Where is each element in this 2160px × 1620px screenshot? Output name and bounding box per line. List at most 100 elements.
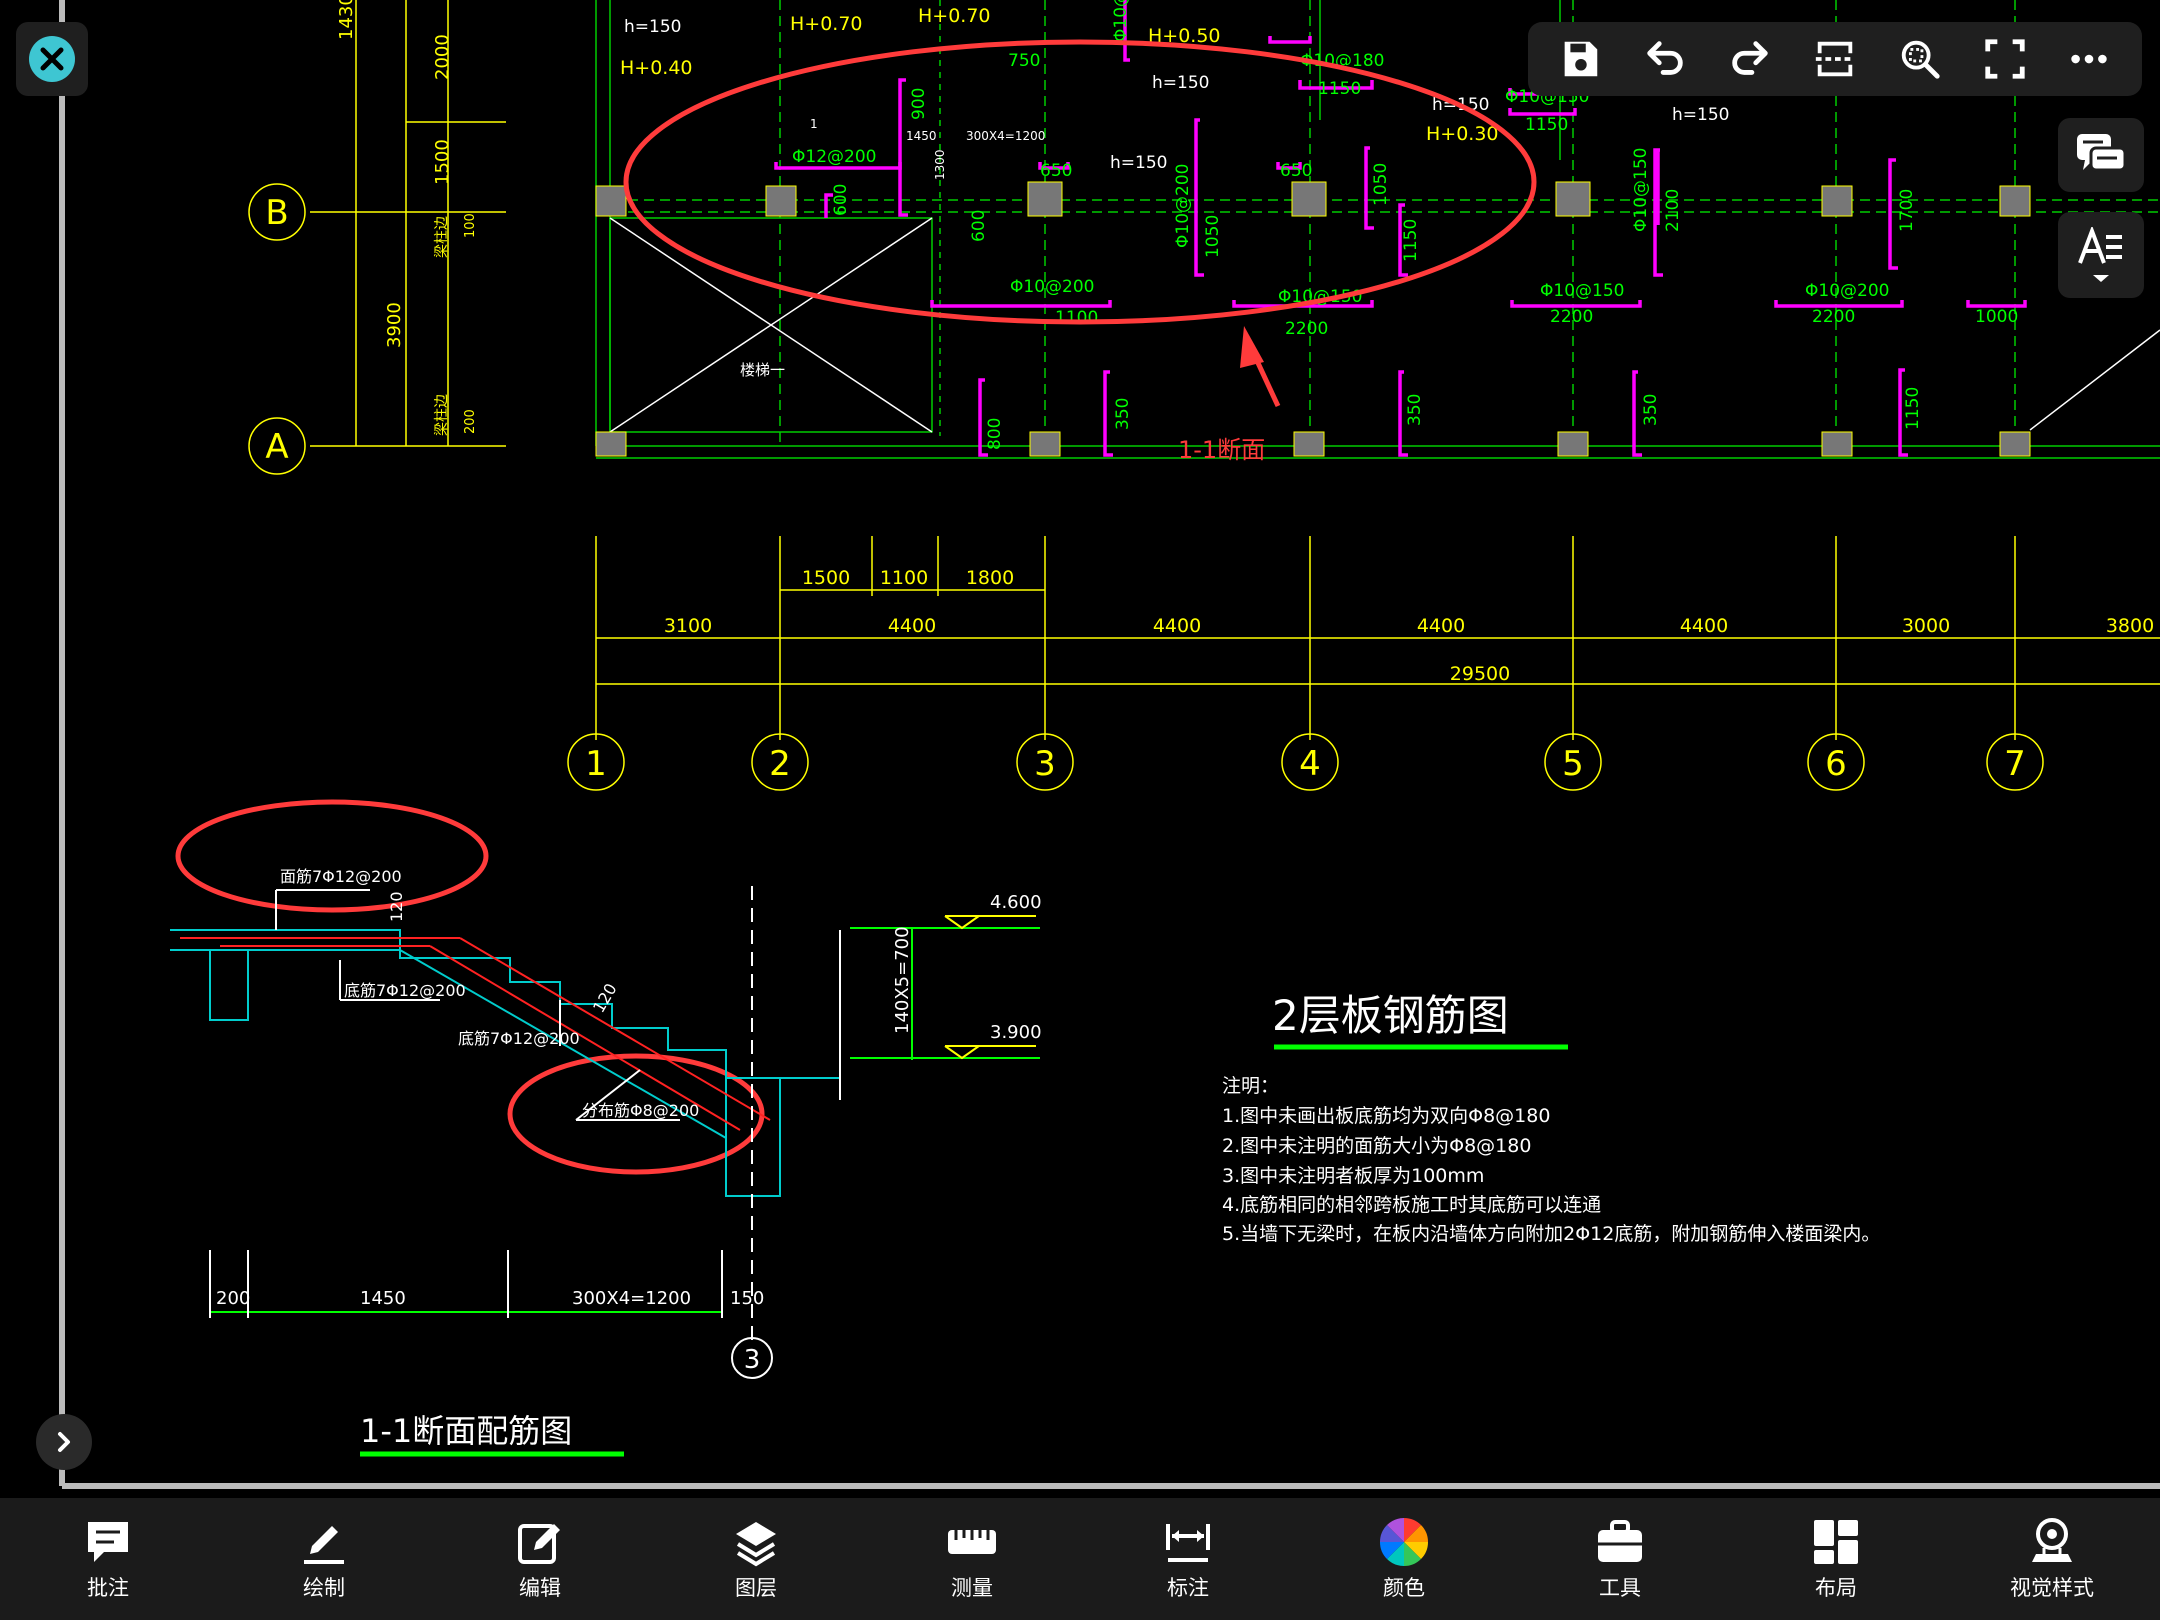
- bar-length-2200c: 2200: [1812, 307, 1855, 327]
- bar-length-1000: 1000: [1975, 307, 2018, 327]
- text-style-button[interactable]: [2058, 212, 2144, 298]
- zoom-extents-icon: [1901, 40, 1940, 79]
- section-marker-label: 1-1断面: [1178, 436, 1265, 464]
- cad-drawing-canvas[interactable]: B A 14300 2000 1500 3900 100 200 梁柱边 梁柱边…: [0, 0, 2160, 1498]
- rebar-label-8: Φ10@200: [1173, 164, 1193, 248]
- fullscreen-icon: [1984, 39, 2025, 79]
- expand-panel-button[interactable]: [36, 1414, 92, 1470]
- bottom-item-measure[interactable]: 测量: [864, 1516, 1080, 1602]
- bar-length-1150b: 1150: [1525, 115, 1568, 135]
- bar-length-350c: 350: [1641, 394, 1661, 426]
- grid-number-2: 2: [769, 744, 791, 784]
- dim-top-1500: 1500: [802, 567, 850, 589]
- rebar-label-9: Φ10@150: [1631, 148, 1651, 232]
- section-bottom-rebar-1: 底筋7Φ12@200: [344, 981, 466, 1000]
- section-view-button[interactable]: [1803, 27, 1867, 91]
- bottom-item-tools[interactable]: 工具: [1512, 1516, 1728, 1602]
- bottom-item-layout[interactable]: 布局: [1728, 1516, 1944, 1602]
- bar-length-1150d: 1150: [1903, 387, 1923, 430]
- grid-number-1: 1: [585, 744, 607, 784]
- section-title: 1-1断面配筋图: [360, 1412, 572, 1450]
- bar-length-350a: 350: [1113, 398, 1133, 430]
- comments-button[interactable]: [2058, 118, 2144, 192]
- undo-icon: [1647, 41, 1683, 75]
- dim-mid-3100: 3100: [664, 615, 712, 637]
- left-dim-14300: 14300: [336, 0, 357, 40]
- bar-length-900: 900: [909, 88, 929, 120]
- level-tag-2: H+0.70: [918, 5, 991, 27]
- bottom-label-visual-style: 视觉样式: [2010, 1576, 2094, 1600]
- more-button[interactable]: [2057, 27, 2121, 91]
- bottom-item-annotate[interactable]: 批注: [0, 1516, 216, 1602]
- stair-dim-1450: 1450: [906, 129, 937, 143]
- bottom-label-color: 颜色: [1383, 1576, 1425, 1600]
- stair-dim-1: 1: [810, 117, 818, 131]
- bottom-label-edit: 编辑: [519, 1576, 561, 1600]
- layers-icon: [736, 1522, 776, 1567]
- left-beam-label-1: 梁柱边: [434, 216, 450, 258]
- bottom-label-annotate: 批注: [87, 1576, 129, 1600]
- section-level-top: 4.600: [990, 892, 1042, 913]
- visual-style-icon: [2032, 1518, 2072, 1562]
- caret-down-icon: [2093, 275, 2109, 282]
- left-dim-100: 100: [463, 213, 478, 238]
- chevron-right-icon: [58, 1432, 70, 1452]
- dim-mid-4400b: 4400: [1153, 615, 1201, 637]
- grid-number-labels: 1 2 3 4 5 6 7: [585, 744, 2026, 784]
- redo-button[interactable]: [1718, 27, 1782, 91]
- stair-dim-1200: 300X4=1200: [966, 129, 1045, 143]
- bar-length-1700: 1700: [1897, 189, 1917, 232]
- more-icon: [2071, 54, 2108, 64]
- dim-total-29500: 29500: [1450, 663, 1510, 685]
- bottom-label-layout: 布局: [1815, 1576, 1857, 1600]
- section-thick-2: 120: [589, 980, 621, 1016]
- grid-letter-b: B: [265, 193, 288, 233]
- grid-number-3: 3: [1034, 744, 1056, 784]
- layout-icon: [1814, 1520, 1858, 1564]
- measure-icon: [948, 1530, 996, 1554]
- plan-title: 2层板钢筋图: [1272, 991, 1509, 1040]
- bar-length-800: 800: [985, 418, 1005, 450]
- section-dim-1450: 1450: [360, 1288, 406, 1309]
- bar-length-600a: 600: [831, 184, 851, 216]
- bottom-toolbar: 批注 绘制 编辑 图层 测量 标注 颜色 工具 布局 视觉样式: [0, 1498, 2160, 1620]
- section-dist-rebar: 分布筋Φ8@200: [582, 1101, 699, 1120]
- stair-label: 楼梯一: [740, 361, 785, 379]
- bar-length-750: 750: [1008, 51, 1040, 71]
- section-rise: 140X5=700: [892, 926, 913, 1034]
- bar-length-1050b: 1050: [1371, 163, 1391, 206]
- dim-mid-4400d: 4400: [1680, 615, 1728, 637]
- comments-icon: [2077, 134, 2127, 172]
- bar-length-2200b: 2200: [1550, 307, 1593, 327]
- section-thick-1: 120: [387, 891, 406, 922]
- left-dim-200: 200: [463, 409, 478, 434]
- bottom-item-draw[interactable]: 绘制: [216, 1516, 432, 1602]
- bottom-item-layers[interactable]: 图层: [648, 1516, 864, 1602]
- annotate-icon: [88, 1522, 128, 1562]
- tools-icon: [1598, 1520, 1642, 1562]
- rebar-label-7: Φ10@150: [1111, 0, 1131, 42]
- bottom-item-dimension[interactable]: 标注: [1080, 1516, 1296, 1602]
- notes-block: 注明： 1.图中未画出板底筋均为双向Φ8@180 2.图中未注明的面筋大小为Φ8…: [1222, 1075, 1880, 1245]
- section-bottom-rebar-2: 底筋7Φ12@200: [458, 1029, 580, 1048]
- grid-number-4: 4: [1299, 744, 1321, 784]
- left-beam-label-2: 梁柱边: [434, 394, 450, 436]
- dim-mid-4400a: 4400: [888, 615, 936, 637]
- save-button[interactable]: [1548, 27, 1612, 91]
- bottom-item-edit[interactable]: 编辑: [432, 1516, 648, 1602]
- bar-length-350b: 350: [1405, 394, 1425, 426]
- close-button[interactable]: [16, 22, 88, 96]
- bar-length-1100: 1100: [1055, 308, 1098, 328]
- dim-mid-4400c: 4400: [1417, 615, 1465, 637]
- section-dim-150: 150: [730, 1288, 764, 1309]
- undo-button[interactable]: [1633, 27, 1697, 91]
- fullscreen-button[interactable]: [1973, 27, 2037, 91]
- bar-length-1150a: 1150: [1318, 79, 1361, 99]
- zoom-extents-button[interactable]: [1888, 27, 1952, 91]
- grid-number-7: 7: [2004, 744, 2026, 784]
- bottom-item-color[interactable]: 颜色: [1296, 1516, 1512, 1602]
- bottom-label-measure: 测量: [951, 1576, 993, 1600]
- section-dim-200: 200: [216, 1288, 250, 1309]
- dim-top-1800: 1800: [966, 567, 1014, 589]
- bottom-item-visual-style[interactable]: 视觉样式: [1944, 1516, 2160, 1602]
